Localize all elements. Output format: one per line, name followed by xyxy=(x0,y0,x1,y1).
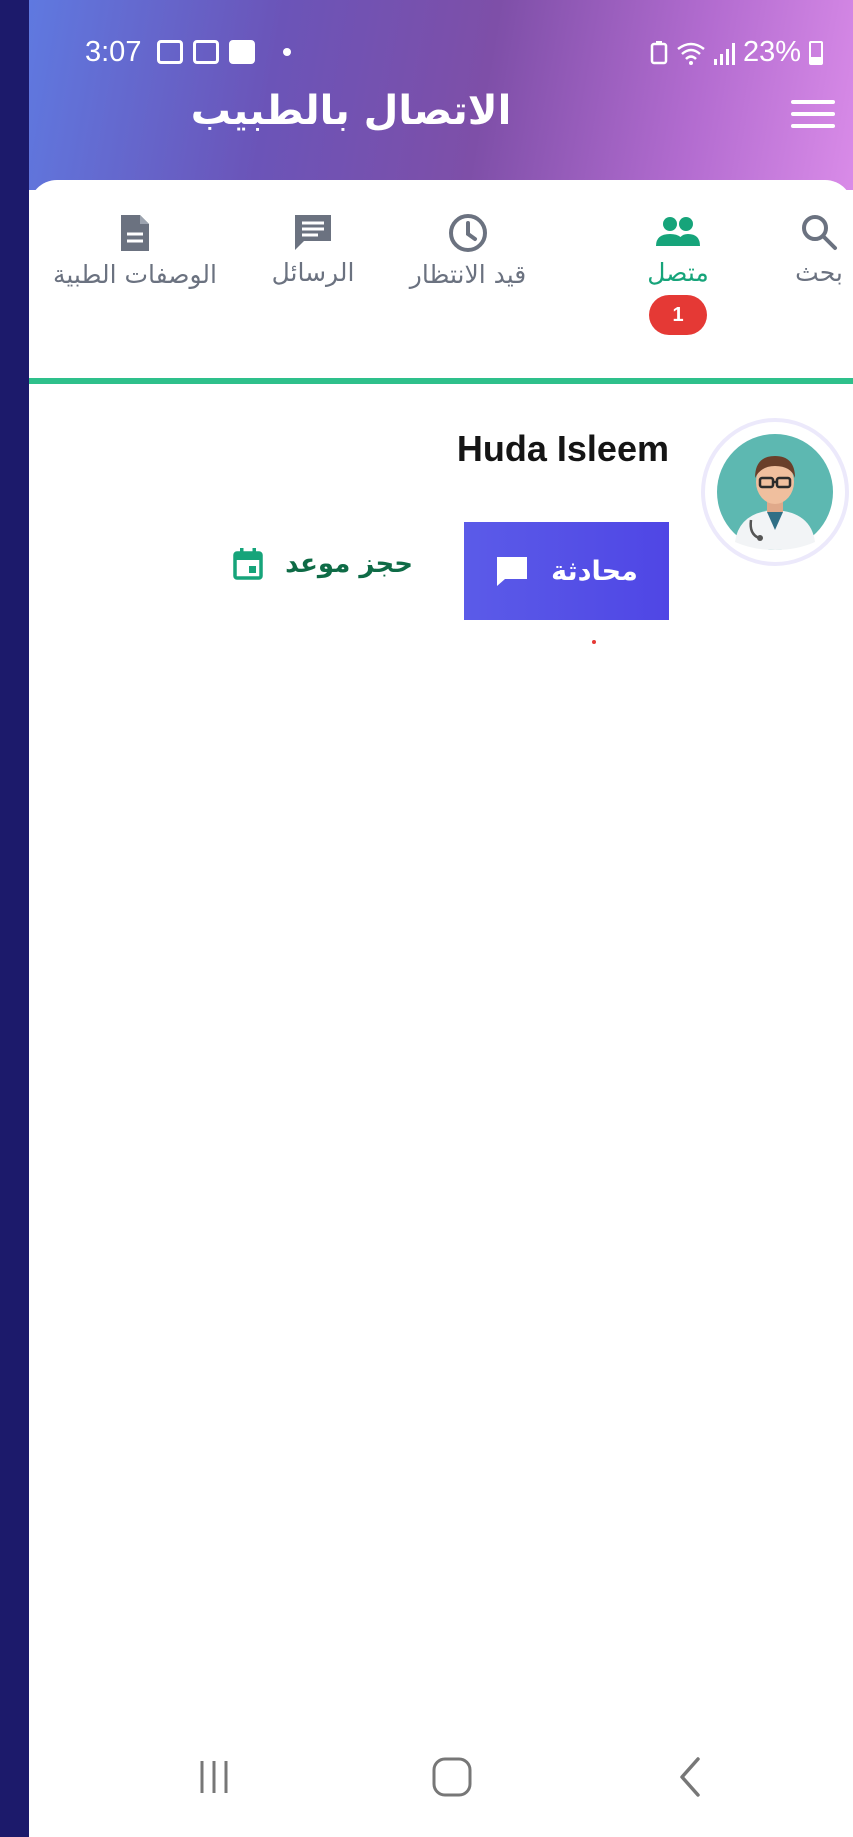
system-status: 23% xyxy=(650,36,823,69)
recent-apps-icon[interactable] xyxy=(184,1747,244,1807)
chat-button[interactable]: محادثة xyxy=(464,522,669,620)
doctor-list-item: Huda Isleem محادثة حجز موعد xyxy=(29,410,853,660)
message-icon xyxy=(295,215,331,250)
back-icon[interactable] xyxy=(660,1747,720,1807)
tab-divider xyxy=(29,378,853,384)
clock-icon xyxy=(449,214,487,252)
device-notification-icon xyxy=(193,40,219,64)
calendar-icon xyxy=(233,548,263,580)
gallery-notification-icon xyxy=(157,40,183,64)
tab-pending[interactable]: قيد الانتظار xyxy=(383,212,553,289)
wifi-icon xyxy=(677,42,705,65)
battery-percent: 23% xyxy=(742,36,801,68)
checkbox-notification-icon xyxy=(229,40,255,64)
tab-bar: بحث متصل 1 قيد الانتظار الرسائل الوصفات … xyxy=(29,180,853,385)
app-header: 3:07 23% الاتصال بالطبيب xyxy=(29,0,853,190)
tab-messages[interactable]: الرسائل xyxy=(253,212,373,287)
tab-online[interactable]: متصل 1 xyxy=(623,212,733,335)
tab-label: الوصفات الطبية xyxy=(52,260,217,289)
chat-button-label: محادثة xyxy=(551,555,638,587)
people-icon xyxy=(656,217,700,246)
signal-icon xyxy=(713,41,735,65)
tab-label: الرسائل xyxy=(271,258,355,287)
page-title: الاتصال بالطبيب xyxy=(190,88,512,134)
battery-icon xyxy=(809,40,823,65)
chat-icon xyxy=(497,557,528,586)
status-dot xyxy=(592,640,596,644)
tab-label: بحث xyxy=(795,258,843,287)
book-appointment-button[interactable]: حجز موعد xyxy=(233,548,413,580)
status-time: 3:07 xyxy=(85,36,142,68)
doctor-name: Huda Isleem xyxy=(456,428,669,469)
app-screen: 3:07 23% الاتصال بالطبيب بحث متصل 1 قيد … xyxy=(29,0,853,1837)
tab-search[interactable]: بحث xyxy=(779,212,853,287)
online-count-badge: 1 xyxy=(649,295,707,335)
search-icon xyxy=(802,215,837,250)
tab-prescriptions[interactable]: الوصفات الطبية xyxy=(35,212,235,289)
more-notifications-dot-icon xyxy=(283,48,291,56)
hamburger-menu-icon[interactable] xyxy=(791,100,835,132)
status-bar: 3:07 23% xyxy=(29,32,853,72)
battery-saver-icon xyxy=(650,40,668,64)
document-icon xyxy=(121,215,149,251)
system-navigation-bar xyxy=(29,1727,853,1837)
home-icon[interactable] xyxy=(422,1747,482,1807)
tab-label: قيد الانتظار xyxy=(409,260,527,289)
doctor-avatar-icon xyxy=(717,434,833,550)
notification-icons xyxy=(157,40,291,64)
book-appointment-label: حجز موعد xyxy=(285,549,413,579)
doctor-avatar[interactable] xyxy=(701,418,849,566)
tab-label: متصل xyxy=(647,258,709,287)
